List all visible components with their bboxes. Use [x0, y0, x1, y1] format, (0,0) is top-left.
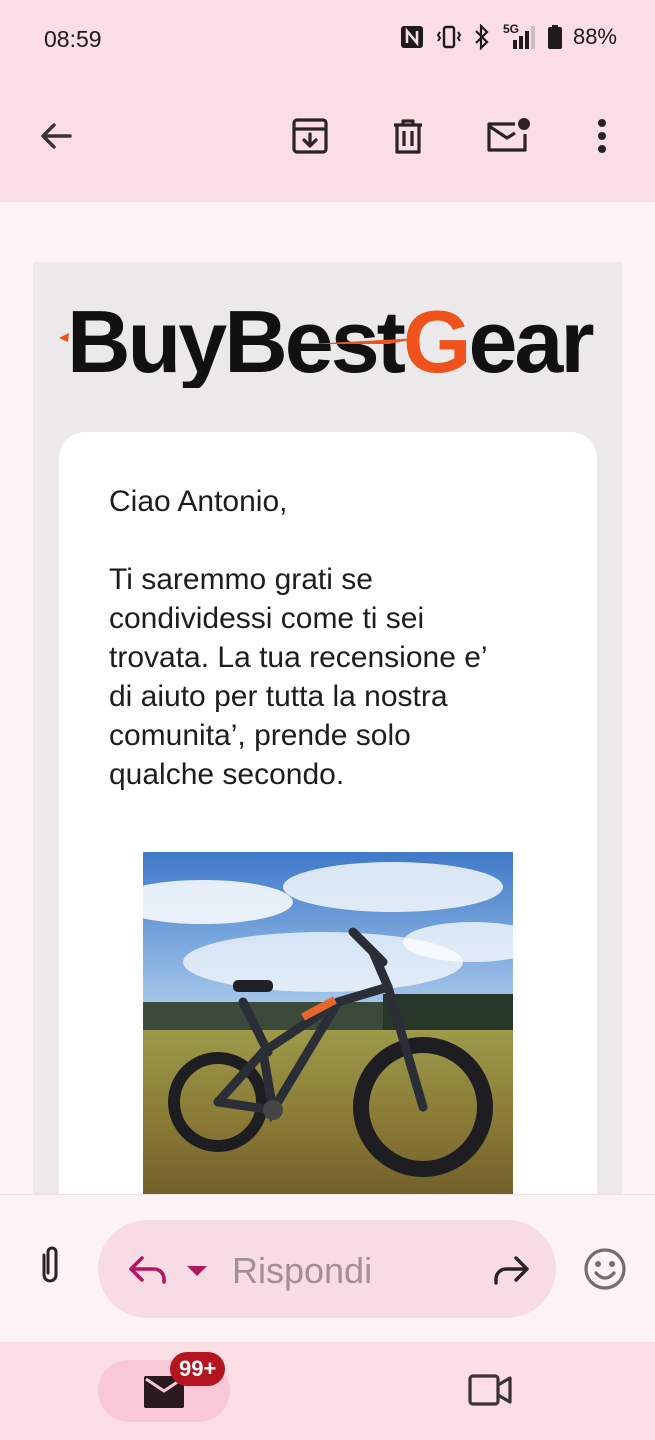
- email-toolbar: [0, 78, 655, 202]
- bluetooth-icon: [475, 24, 489, 50]
- reply-icon: [129, 1256, 166, 1284]
- brand-logo: BuyBestGear: [59, 278, 599, 391]
- delete-button[interactable]: [380, 108, 436, 164]
- battery-icon: [547, 25, 562, 49]
- email-body-frame: BuyBestGear Ciao Antonio, Ti saremmo gra…: [33, 262, 622, 1194]
- svg-text:BuyBestGear: BuyBestGear: [67, 292, 593, 388]
- mail-unread-icon: [487, 118, 530, 152]
- back-button[interactable]: [28, 108, 84, 164]
- product-photo[interactable]: [143, 852, 513, 1194]
- nfc-icon: [400, 26, 423, 48]
- email-line: di aiuto per tutta la nostra: [109, 680, 448, 713]
- forward-button[interactable]: [490, 1252, 530, 1293]
- arrow-left-icon: [41, 123, 72, 149]
- chevron-down-icon: [187, 1266, 207, 1276]
- unread-count-badge: 99+: [170, 1352, 226, 1386]
- emoji-icon: [584, 1248, 626, 1290]
- reply-button[interactable]: [126, 1250, 170, 1295]
- battery-percent: 88%: [572, 24, 617, 49]
- email-line: Ti saremmo grati se: [109, 563, 373, 596]
- email-line: qualche secondo.: [109, 758, 345, 791]
- more-options-button[interactable]: [574, 108, 630, 164]
- email-line: trovata. La tua recensione e’: [109, 641, 488, 674]
- reply-field[interactable]: Rispondi: [98, 1220, 556, 1318]
- mark-unread-button[interactable]: [480, 108, 536, 164]
- archive-icon: [292, 118, 328, 154]
- video-camera-icon: [468, 1374, 512, 1406]
- forward-icon: [494, 1256, 529, 1285]
- attach-button[interactable]: [30, 1243, 70, 1292]
- message-card: Ciao Antonio, Ti saremmo grati se condiv…: [59, 432, 597, 1194]
- email-paragraph: Ti saremmo grati se condividessi come ti…: [109, 560, 559, 794]
- vibrate-icon: [436, 25, 462, 49]
- more-vert-icon: [598, 119, 606, 153]
- emoji-button[interactable]: [583, 1247, 627, 1296]
- email-line: comunita’, prende solo: [109, 719, 411, 752]
- paperclip-icon: [42, 1246, 58, 1283]
- reply-area: Rispondi: [0, 1194, 655, 1342]
- nav-meet-tab[interactable]: [466, 1370, 514, 1415]
- status-time: 08:59: [44, 26, 102, 52]
- status-bar: 08:59 5G 88%: [0, 0, 655, 78]
- status-icons: 5G 88%: [399, 22, 617, 50]
- email-line: condividessi come ti sei: [109, 602, 425, 635]
- trash-icon: [394, 119, 422, 154]
- archive-button[interactable]: [282, 108, 338, 164]
- email-greeting: Ciao Antonio,: [109, 485, 288, 518]
- reply-placeholder: Rispondi: [232, 1250, 373, 1291]
- reply-options-button[interactable]: [186, 1264, 208, 1282]
- signal-icon: 5G: [501, 22, 537, 50]
- bottom-navigation: 99+: [0, 1342, 655, 1440]
- email-content: BuyBestGear Ciao Antonio, Ti saremmo gra…: [0, 202, 655, 1194]
